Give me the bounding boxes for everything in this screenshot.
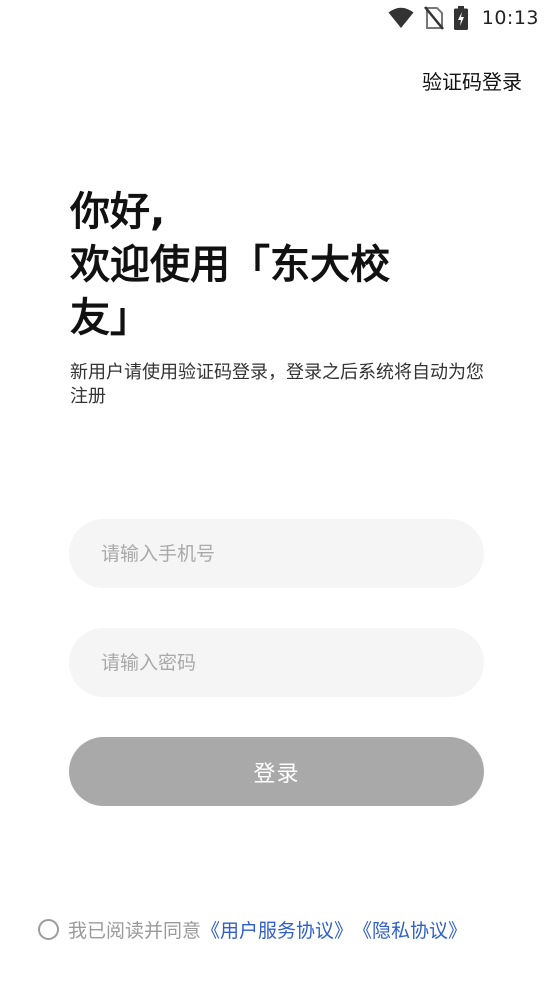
user-agreement-link[interactable]: 《用户服务协议》 bbox=[201, 916, 353, 943]
greeting-line-3: 友」 bbox=[70, 295, 150, 341]
status-icons: 10:13 bbox=[388, 6, 539, 30]
sms-login-link[interactable]: 验证码登录 bbox=[422, 66, 522, 95]
subtitle-text: 新用户请使用验证码登录，登录之后系统将自动为您注册 bbox=[70, 362, 484, 407]
wifi-icon bbox=[388, 7, 414, 29]
login-button[interactable]: 登录 bbox=[69, 737, 484, 806]
password-input[interactable] bbox=[69, 628, 484, 697]
battery-charging-icon bbox=[453, 6, 468, 30]
greeting-line-2: 欢迎使用「东大校 bbox=[70, 242, 390, 288]
welcome-heading: 你好, 欢迎使用「东大校 友」 bbox=[70, 186, 470, 345]
agreement-row: 我已阅读并同意 《用户服务协议》 《隐私协议》 bbox=[38, 916, 467, 943]
password-field[interactable] bbox=[69, 628, 484, 697]
greeting-line-1: 你好, bbox=[70, 189, 166, 235]
no-sim-icon bbox=[423, 6, 444, 30]
agreement-checkbox[interactable] bbox=[38, 919, 59, 940]
agreement-text: 我已阅读并同意 bbox=[68, 920, 202, 942]
phone-input[interactable] bbox=[69, 519, 484, 588]
status-time: 10:13 bbox=[481, 7, 539, 29]
phone-field[interactable] bbox=[69, 519, 484, 588]
status-bar: 10:13 bbox=[0, 0, 553, 38]
privacy-policy-link[interactable]: 《隐私协议》 bbox=[353, 916, 467, 943]
